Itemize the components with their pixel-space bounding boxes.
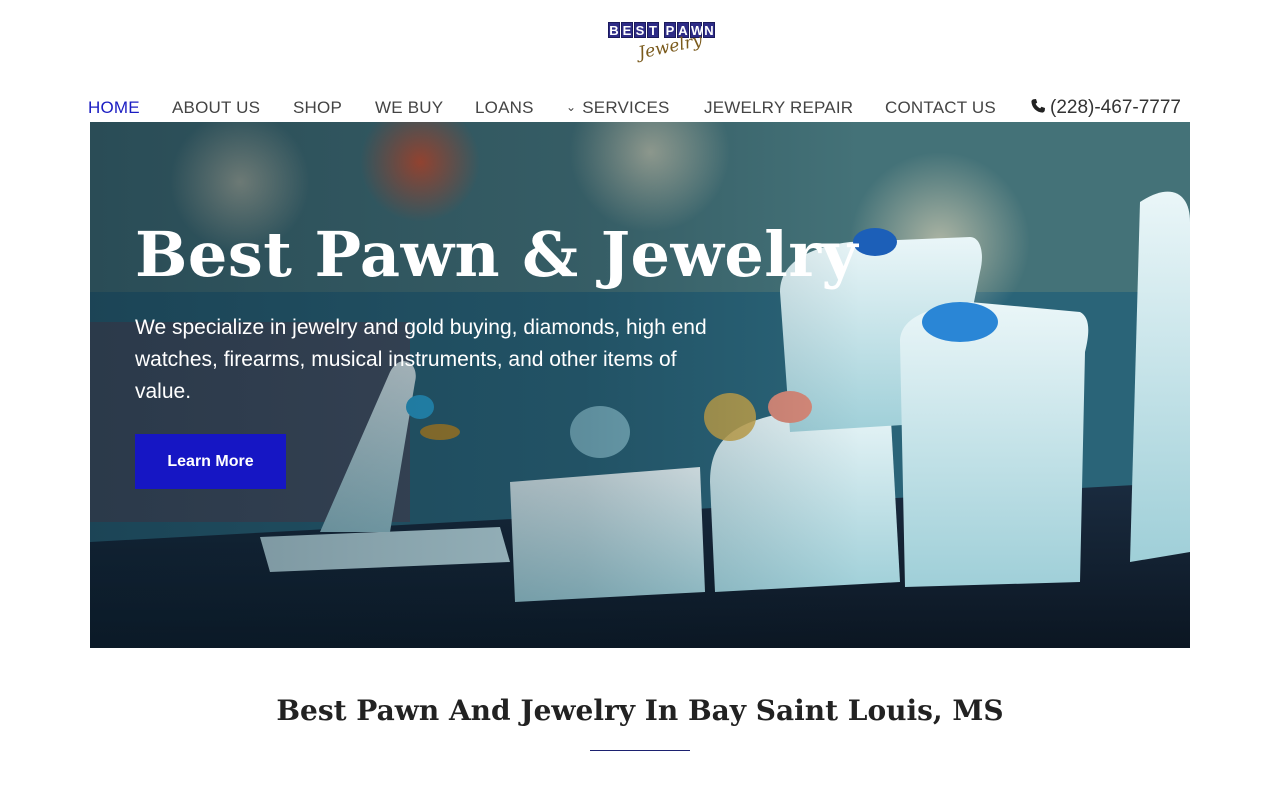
nav-item-jewelry-repair[interactable]: JEWELRY REPAIR xyxy=(704,98,853,118)
nav-item-services-label: SERVICES xyxy=(582,98,670,117)
hero-title-regular: Best Pawn & xyxy=(135,218,601,291)
section-divider xyxy=(590,750,690,751)
nav-item-shop[interactable]: SHOP xyxy=(293,98,342,118)
nav-item-loans[interactable]: LOANS xyxy=(475,98,534,118)
logo-letter: B xyxy=(608,22,620,38)
nav-item-services[interactable]: ⌄ SERVICES xyxy=(566,98,670,118)
logo-word-best: B E S T xyxy=(608,22,660,38)
logo-letter: S xyxy=(634,22,646,38)
phone-link[interactable]: (228)-467-7777 xyxy=(1030,97,1181,119)
hero-title: Best Pawn & Jewelry xyxy=(135,218,858,291)
section-title: Best Pawn And Jewelry In Bay Saint Louis… xyxy=(276,694,1004,727)
hero-banner: Best Pawn & Jewelry We specialize in jew… xyxy=(90,122,1190,648)
learn-more-button[interactable]: Learn More xyxy=(135,434,286,489)
site-logo[interactable]: B E S T P A W N Jewelry xyxy=(608,22,722,72)
nav-item-home[interactable]: HOME xyxy=(88,98,140,118)
main-nav: HOME ABOUT US SHOP WE BUY LOANS ⌄ SERVICE… xyxy=(0,90,1280,124)
hero-title-bold: Jewelry xyxy=(600,218,859,291)
logo-letter: E xyxy=(621,22,633,38)
phone-icon xyxy=(1031,99,1045,113)
nav-item-we-buy[interactable]: WE BUY xyxy=(375,98,443,118)
nav-item-about-us[interactable]: ABOUT US xyxy=(172,98,260,118)
chevron-down-icon: ⌄ xyxy=(566,100,577,114)
logo-letter: N xyxy=(703,22,715,38)
nav-item-contact-us[interactable]: CONTACT US xyxy=(885,98,996,118)
logo-letter: T xyxy=(647,22,659,38)
phone-number: (228)-467-7777 xyxy=(1050,97,1181,118)
hero-description: We specialize in jewelry and gold buying… xyxy=(135,316,707,403)
